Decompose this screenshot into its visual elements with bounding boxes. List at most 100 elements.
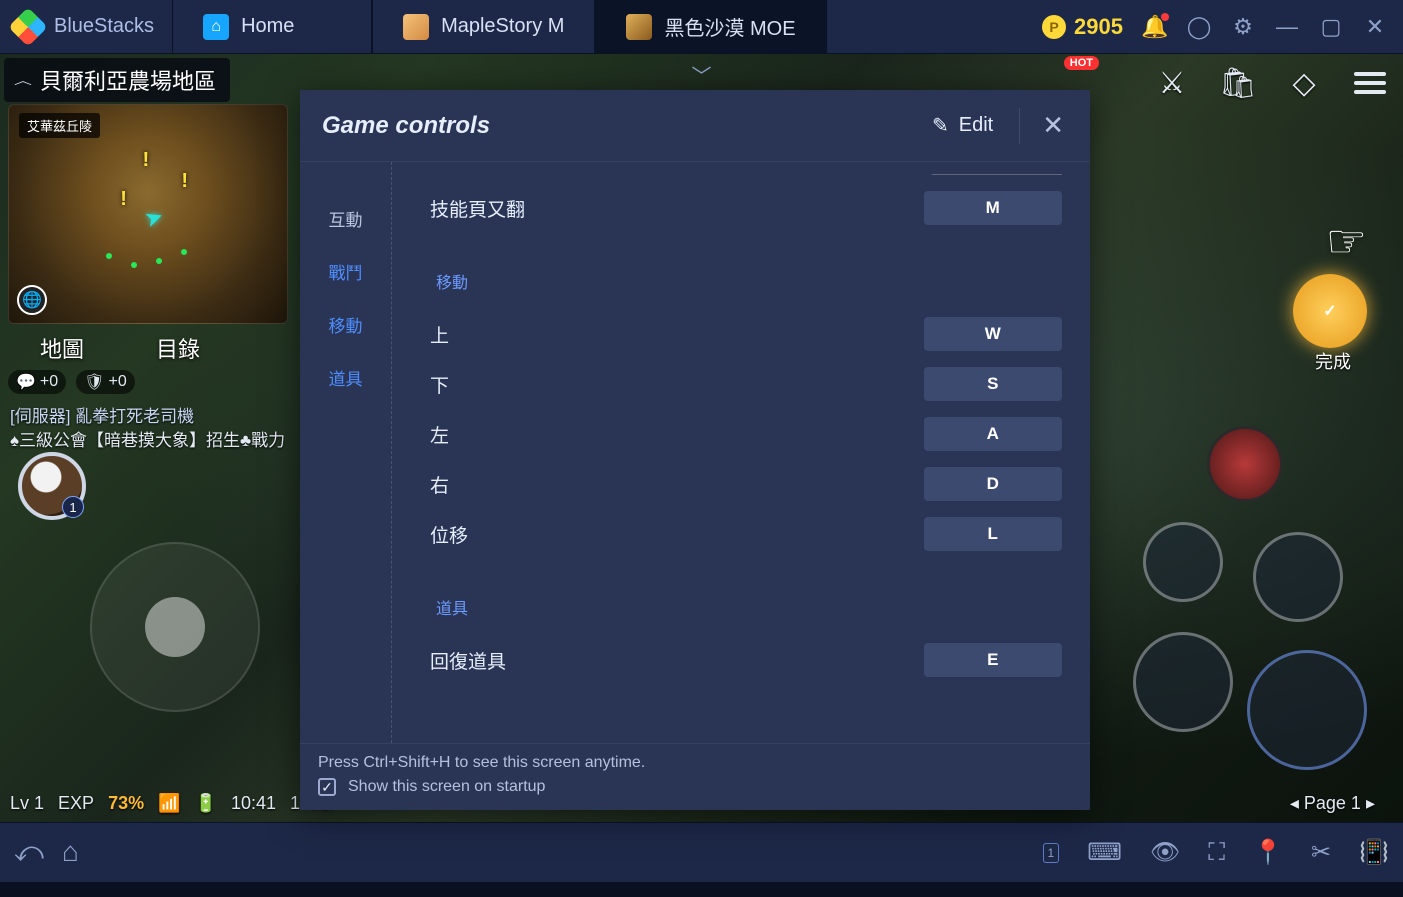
control-row: 位移 L [430,509,1080,559]
scissors-icon: ✂ [1311,838,1331,867]
notifications-button[interactable]: 🔔 [1143,15,1167,39]
combat-icon[interactable]: ⚔ [1153,64,1191,102]
shield-counter[interactable]: 🛡 +0 [76,370,135,394]
modal-close-button[interactable]: ✕ [1019,108,1068,144]
controls-list[interactable]: 技能頁又翻 M 移動 上 W 下 S 左 A 右 D [392,162,1090,743]
category-move[interactable]: 移動 [300,312,391,337]
coin-counter[interactable]: P 2905 [1042,14,1123,40]
region-name: 貝爾利亞農場地區 [40,64,216,96]
bag-icon[interactable]: 🛍 [1219,64,1257,102]
modal-body: 互動 戰鬥 移動 道具 技能頁又翻 M 移動 上 W 下 S [300,162,1090,743]
player-marker-icon: ➤ [140,203,166,234]
location-button[interactable]: 📍 [1253,838,1283,867]
clock: 10:41 [231,793,276,814]
close-window-button[interactable]: ✕ [1363,15,1387,39]
tab-maplestory[interactable]: MapleStory M [372,0,595,53]
control-row: 上 W [430,309,1080,359]
attack-button[interactable] [1247,650,1367,770]
hud-tab-list[interactable]: 目錄 [156,332,200,364]
control-label: 技能頁又翻 [430,195,525,222]
diamond-icon[interactable]: ◇ [1285,64,1323,102]
hud-top-right: ⚔ 🛍 ◇ [1153,64,1389,102]
keycap[interactable]: D [924,467,1062,501]
page-label: Page 1 [1304,793,1361,813]
coin-icon: P [1042,15,1066,39]
shield-count: +0 [108,373,126,391]
menu-button[interactable] [1351,64,1389,102]
title-bar: BlueStacks ⌂ Home MapleStory M 黑色沙漠 MOE … [0,0,1403,54]
keycap[interactable]: A [924,417,1062,451]
android-back-button[interactable]: ⤺ [14,836,44,869]
fullscreen-button[interactable]: ⛶ [1208,839,1225,867]
skill-slot-3[interactable] [1253,532,1343,622]
tab-home[interactable]: ⌂ Home [172,0,372,53]
category-combat[interactable]: 戰鬥 [300,259,391,284]
hud-counters: 💬 +0 🛡 +0 [8,370,135,394]
maximize-button[interactable]: ▢ [1319,15,1343,39]
settings-button[interactable]: ⚙ [1231,15,1255,39]
category-interact[interactable]: 互動 [300,206,391,231]
complete-button[interactable]: ✓ [1293,274,1367,348]
hud-tab-map[interactable]: 地圖 [40,332,84,364]
player-avatar[interactable]: 1 [18,452,86,520]
edit-button[interactable]: ✎ Edit [932,113,993,138]
skill-slot-4[interactable] [1143,522,1223,602]
device-icon: 📳 [1359,838,1389,867]
chat-counter[interactable]: 💬 +0 [8,370,66,394]
app-name: BlueStacks [54,15,154,38]
avatar-level-badge: 1 [62,496,84,518]
world-map-button[interactable]: 🌐 [17,285,47,315]
keycap[interactable]: L [924,517,1062,551]
toggle-keymap-button[interactable]: 1 [1043,843,1060,863]
check-icon: ✓ [1323,301,1336,321]
skill-slot-2[interactable] [1133,632,1233,732]
account-button[interactable]: ◯ [1187,15,1211,39]
virtual-joystick[interactable] [90,542,260,712]
control-label: 左 [430,421,449,448]
bottom-toolbar: ⤺ ⌂ 1 ⌨ 👁 ⛶ 📍 ✂ 📳 [0,822,1403,882]
category-item[interactable]: 道具 [300,365,391,390]
minimize-button[interactable]: — [1275,15,1299,39]
modal-header: Game controls ✎ Edit ✕ [300,90,1090,162]
map-dot-icon [106,253,112,259]
screenshot-button[interactable]: ✂ [1311,838,1331,867]
control-label: 右 [430,471,449,498]
keycap[interactable]: W [924,317,1062,351]
control-row: 回復道具 E [430,635,1080,685]
quest-marker-icon: ! [181,170,188,193]
section-header-move: 移動 [436,269,1080,293]
center-caret-icon[interactable]: ﹀ [692,60,712,89]
show-on-startup-checkbox[interactable]: ✓ Show this screen on startup [318,778,1072,796]
joystick-knob-icon [145,597,205,657]
skill-slot-5[interactable] [1207,426,1283,502]
maximize-icon: ▢ [1321,14,1342,40]
keycap[interactable]: E [924,643,1062,677]
title-tabs: ⌂ Home MapleStory M 黑色沙漠 MOE [172,0,827,53]
map-dot-icon [156,258,162,264]
keycap[interactable]: M [924,191,1062,225]
home-icon: ⌂ [203,14,229,40]
minimap[interactable]: 艾華茲丘陵 ➤ ! ! ! 🌐 [8,104,288,324]
wifi-icon: 📶 [158,793,180,814]
user-icon: ◯ [1187,14,1212,40]
keyboard-button[interactable]: ⌨ [1087,838,1122,867]
pin-icon: 📍 [1253,838,1283,867]
category-column: 互動 戰鬥 移動 道具 [300,162,392,743]
region-bar[interactable]: ︿ 貝爾利亞農場地區 [4,58,230,102]
game-viewport[interactable]: ︿ 貝爾利亞農場地區 ﹀ HOT ⚔ 🛍 ◇ 艾華茲丘陵 ➤ ! ! ! 🌐 地… [0,54,1403,822]
nav-right: 1 ⌨ 👁 ⛶ 📍 ✂ 📳 [1043,838,1390,867]
divider [932,174,1062,175]
eye-icon: 👁 [1150,838,1180,867]
battery-icon: 🔋 [195,793,217,814]
skill-page-indicator[interactable]: ◂ Page 1 ▸ [1290,793,1375,814]
tab-blackdesert[interactable]: 黑色沙漠 MOE [595,0,826,53]
keycap[interactable]: S [924,367,1062,401]
home-outline-icon: ⌂ [62,836,79,867]
server-message: [伺服器] 亂拳打死老司機 [10,402,194,427]
android-home-button[interactable]: ⌂ [62,836,79,869]
close-icon: ✕ [1042,110,1064,141]
visibility-button[interactable]: 👁 [1150,838,1180,867]
control-row: 右 D [430,459,1080,509]
exp-label: EXP [58,793,94,814]
shake-button[interactable]: 📳 [1359,838,1389,867]
